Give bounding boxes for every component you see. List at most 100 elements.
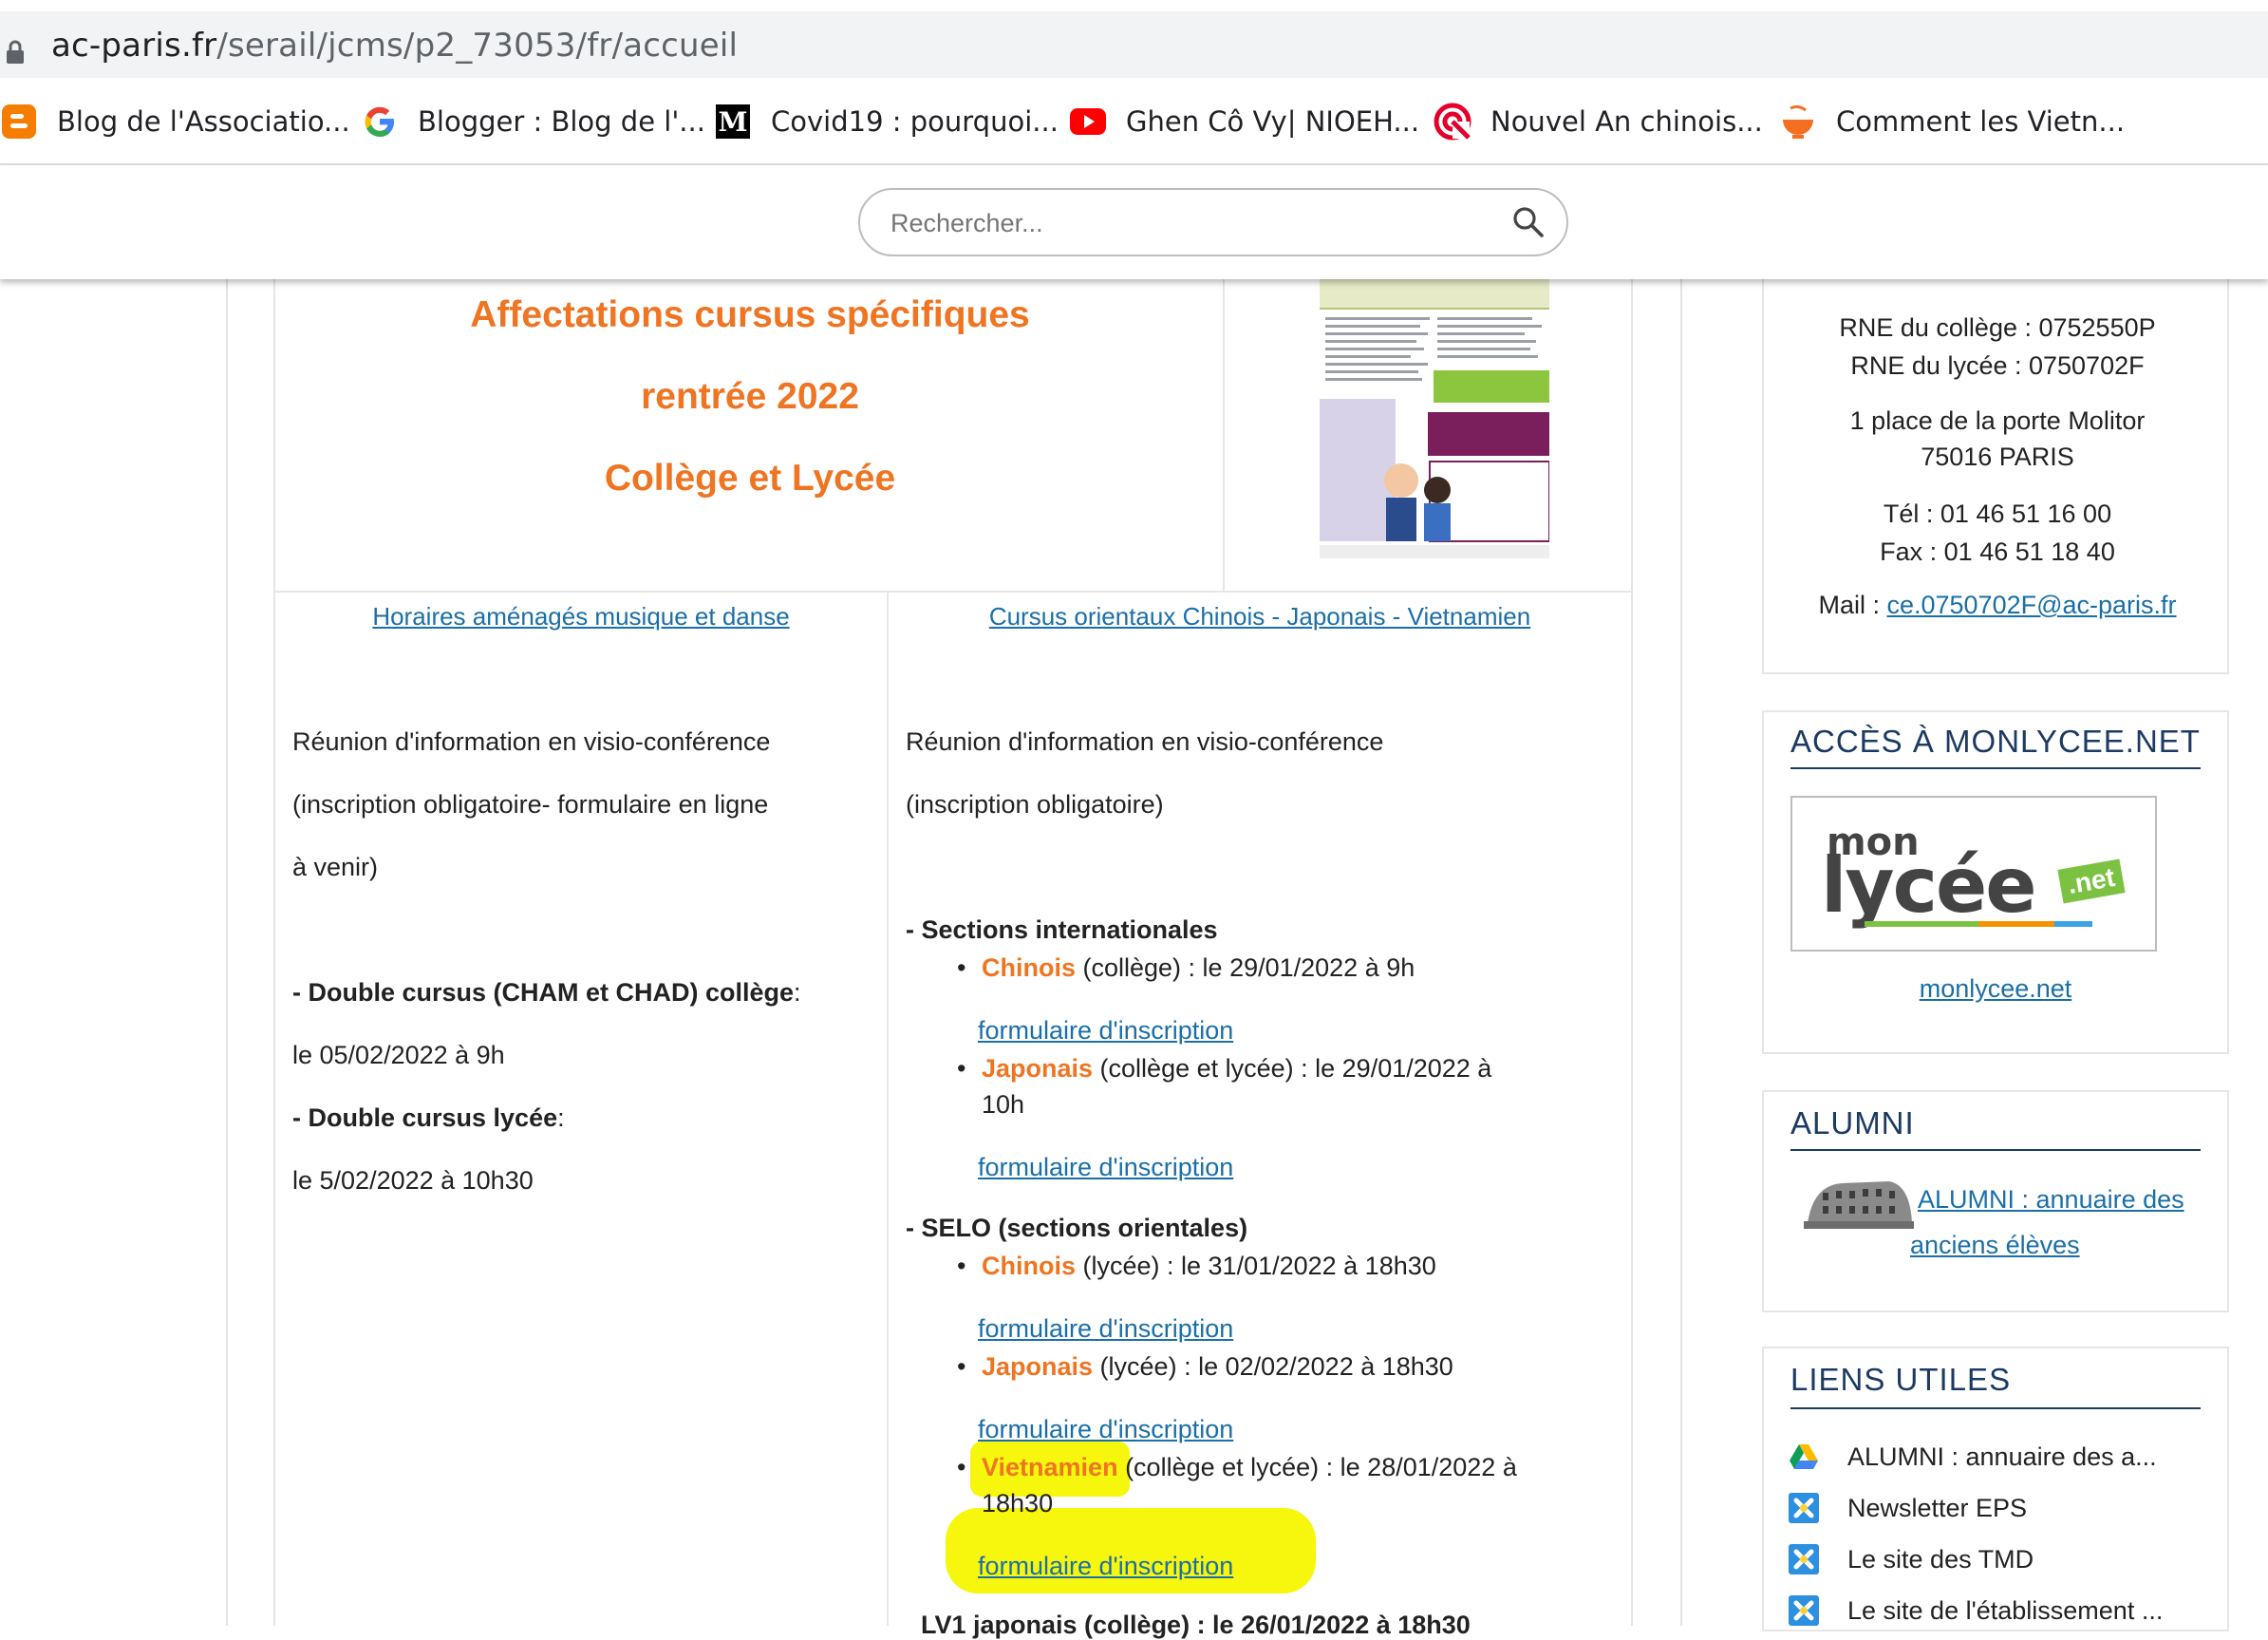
list-item: Vietnamien (collège et lycée) : le 28/01… xyxy=(982,1453,1517,1481)
list-item: Japonais (collège et lycée) : le 29/01/2… xyxy=(982,1054,1492,1083)
selo-title: - SELO (sections orientales) xyxy=(906,1214,1248,1242)
phone: Tél : 01 46 51 16 00 xyxy=(1883,500,2112,528)
useful-link-label: Le site de l'établissement ... xyxy=(1847,1595,2164,1625)
double-cursus-college-title: - Double cursus (CHAM et CHAD) collège: xyxy=(292,978,801,1007)
list-item-continuation: 18h30 xyxy=(982,1489,1054,1517)
list-item-continuation: 10h xyxy=(982,1090,1025,1119)
tool-icon xyxy=(1787,1491,1821,1525)
rne-lycee: RNE du lycée : 0750702F xyxy=(1850,351,2145,380)
alumni-thumbnail[interactable] xyxy=(1804,1176,1914,1229)
logo-badge-net: .net xyxy=(2057,858,2126,904)
tool-icon xyxy=(1787,1593,1821,1628)
bookmark-label: Blogger : Blog de l'... xyxy=(418,105,705,138)
left-intro-line-3: à venir) xyxy=(292,853,379,881)
url-text[interactable]: ac-paris.fr/serail/jcms/p2_73053/fr/accu… xyxy=(51,27,738,65)
bullet: • xyxy=(957,1252,966,1280)
title-underline xyxy=(1790,767,2201,769)
poster-thumbnail[interactable] xyxy=(1223,279,1631,593)
bookmark-label: Covid19 : pourquoi... xyxy=(771,105,1059,138)
rne-college: RNE du collège : 0752550P xyxy=(1839,313,2156,342)
list-item: Chinois (lycée) : le 31/01/2022 à 18h30 xyxy=(982,1252,1436,1280)
tool-icon xyxy=(1787,1542,1821,1576)
address-bar[interactable]: ac-paris.fr/serail/jcms/p2_73053/fr/accu… xyxy=(0,0,2268,78)
sections-internationales-title: - Sections internationales xyxy=(906,915,1218,944)
bullet: • xyxy=(957,1054,966,1083)
search-input[interactable] xyxy=(889,203,1481,243)
logo-bar xyxy=(1978,921,2054,927)
bookmark-item[interactable]: Nouvel An chinois... xyxy=(1434,99,1763,144)
bookmark-label: Blog de l'Associatio... xyxy=(57,105,350,138)
left-intro-line-1: Réunion d'information en visio-conférenc… xyxy=(292,727,771,756)
alumni-title: ALUMNI xyxy=(1790,1105,1915,1140)
list-item: Chinois (collège) : le 29/01/2022 à 9h xyxy=(982,953,1415,982)
address-line-1: 1 place de la porte Molitor xyxy=(1849,406,2146,435)
bookmark-label: Nouvel An chinois... xyxy=(1490,105,1763,138)
alumni-link-line-1[interactable]: ALUMNI : annuaire des xyxy=(1918,1185,2184,1215)
site-header xyxy=(0,165,2268,279)
bookmark-label: Comment les Vietn... xyxy=(1836,105,2126,138)
url-host: ac-paris.fr xyxy=(51,27,217,65)
title-underline xyxy=(1790,1149,2201,1151)
useful-link-item[interactable]: Le site de l'établissement ... xyxy=(1787,1590,2163,1631)
monlycee-logo[interactable]: mon lycée .net xyxy=(1790,796,2157,952)
target-icon xyxy=(1434,103,1471,141)
registration-form-link[interactable]: formulaire d'inscription xyxy=(978,1415,1233,1444)
bowl-icon xyxy=(1779,103,1817,141)
bookmark-item[interactable]: Blog de l'Associatio... xyxy=(0,99,350,144)
address-line-2: 75016 PARIS xyxy=(1921,443,2074,471)
columns-divider xyxy=(887,593,889,1626)
youtube-icon xyxy=(1069,103,1107,141)
columns-top-border xyxy=(273,591,1633,593)
logo-word-lycee: lycée xyxy=(1821,841,2037,930)
registration-form-link[interactable]: formulaire d'inscription xyxy=(978,1016,1233,1046)
useful-links-title: LIENS UTILES xyxy=(1790,1362,2012,1397)
monlycee-link[interactable]: monlycee.net xyxy=(1920,974,2072,1003)
double-cursus-lycee-date: le 5/02/2022 à 10h30 xyxy=(292,1166,534,1195)
page-title-line-3: Collège et Lycée xyxy=(604,458,896,499)
useful-link-label: Newsletter EPS xyxy=(1847,1493,2028,1522)
bookmarks-bar: Blog de l'Associatio... Blogger : Blog d… xyxy=(0,78,2268,165)
page-title-line-1: Affectations cursus spécifiques xyxy=(470,294,1030,335)
right-intro-line-1: Réunion d'information en visio-conférenc… xyxy=(906,727,1384,756)
double-cursus-college-date: le 05/02/2022 à 9h xyxy=(292,1041,505,1069)
logo-bar xyxy=(2054,921,2092,927)
useful-link-item[interactable]: ALUMNI : annuaire des a... xyxy=(1787,1436,2157,1478)
double-cursus-lycee-title: - Double cursus lycée: xyxy=(292,1103,565,1132)
search-box[interactable] xyxy=(858,188,1568,256)
bookmark-label: Ghen Cô Vy| NIOEH... xyxy=(1126,105,1420,138)
monlycee-title: ACCÈS À MONLYCEE.NET xyxy=(1790,724,2201,759)
fax: Fax : 01 46 51 18 40 xyxy=(1880,537,2115,566)
bullet: • xyxy=(957,1352,966,1381)
registration-form-link[interactable]: formulaire d'inscription xyxy=(978,1552,1233,1581)
alumni-box: ALUMNI ALUMNI : annuaire des anciens élè… xyxy=(1762,1090,2229,1312)
horaires-amenages-link[interactable]: Horaires aménagés musique et danse xyxy=(275,602,887,631)
lock-icon xyxy=(6,40,25,69)
bullet: • xyxy=(957,953,966,982)
lemonde-icon: M xyxy=(714,103,752,141)
poster-image xyxy=(1320,279,1549,558)
svg-text:M: M xyxy=(719,106,748,138)
blogger-icon xyxy=(0,103,38,141)
monlycee-box: ACCÈS À MONLYCEE.NET mon lycée .net monl… xyxy=(1762,710,2229,1054)
alumni-link-line-2[interactable]: anciens élèves xyxy=(1910,1231,2080,1260)
bookmark-item[interactable]: Ghen Cô Vy| NIOEH... xyxy=(1069,99,1419,144)
google-drive-icon xyxy=(1787,1440,1821,1474)
bookmark-item[interactable]: Blogger : Blog de l'... xyxy=(361,99,705,144)
registration-form-link[interactable]: formulaire d'inscription xyxy=(978,1314,1233,1344)
mail-link[interactable]: ce.0750702F@ac-paris.fr xyxy=(1886,591,2176,619)
bullet: • xyxy=(957,1453,966,1481)
title-underline xyxy=(1790,1407,2201,1409)
useful-link-item[interactable]: Newsletter EPS xyxy=(1787,1487,2027,1529)
registration-form-link[interactable]: formulaire d'inscription xyxy=(978,1153,1233,1182)
url-path: /serail/jcms/p2_73053/fr/accueil xyxy=(216,27,739,65)
monlycee-link-wrap: monlycee.net xyxy=(1764,974,2227,1004)
search-icon[interactable] xyxy=(1511,205,1546,244)
useful-link-item[interactable]: Le site des TMD xyxy=(1787,1538,2034,1580)
contact-box: JEAN DE LA FONTAINE RNE du collège : 075… xyxy=(1762,256,2229,674)
bookmark-item[interactable]: M Covid19 : pourquoi... xyxy=(714,99,1059,144)
bookmark-item[interactable]: Comment les Vietn... xyxy=(1779,99,2125,144)
cursus-orientaux-link[interactable]: Cursus orientaux Chinois - Japonais - Vi… xyxy=(889,602,1631,631)
page-title-line-2: rentrée 2022 xyxy=(641,376,859,417)
google-icon xyxy=(361,103,399,141)
list-item: Japonais (lycée) : le 02/02/2022 à 18h30 xyxy=(982,1352,1453,1381)
